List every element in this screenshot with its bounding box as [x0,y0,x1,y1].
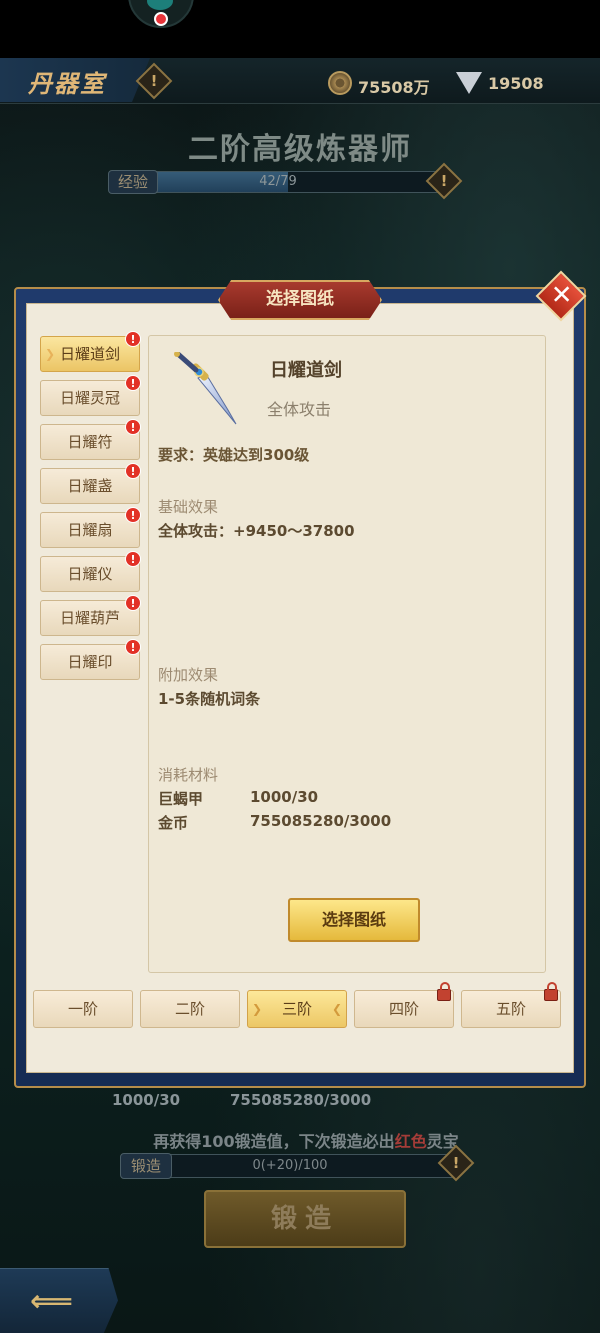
modal-title: 选择图纸 [266,289,334,309]
material-name: 巨蝎甲 [158,790,204,808]
blueprint-tab-list: ❯ 日耀道剑 ! 日耀灵冠 ! 日耀符 ! 日耀盏 ! 日耀扇 ! 日耀仪 ! … [40,331,142,688]
material-value: 1000/30 [250,788,319,806]
material-count: 1000/30 [112,1091,181,1109]
coin-icon [328,71,352,95]
alert-badge-icon: ! [125,595,141,611]
alert-badge-icon: ! [125,419,141,435]
tab-item[interactable]: 日耀印 ! [40,639,141,680]
sword-icon [174,352,237,425]
blueprint-detail-panel [148,335,546,973]
tab-item[interactable]: 日耀盏 ! [40,463,141,504]
gold-cost: 755085280/3000 [230,1091,372,1109]
tier-tab-1[interactable]: 一阶 [33,990,133,1028]
material-value: 755085280/3000 [250,812,392,830]
gem-amount: 19508 [488,74,544,93]
tab-item[interactable]: 日耀灵冠 ! [40,375,141,416]
alert-badge-icon: ! [125,463,141,479]
tier-tab-4[interactable]: 四阶 [354,982,454,1028]
gold-amount: 75508万 [358,78,430,97]
base-effect-text: 全体攻击：+9450～37800 [158,522,355,540]
room-title-plate: 丹器室 [0,58,150,102]
base-effect-label: 基础效果 [158,498,219,516]
forge-progress-text: 0(+20)/100 [252,1158,328,1173]
alert-badge-icon: ! [125,507,141,523]
chevron-left-icon: ❮ [331,1002,342,1016]
exp-text: 42/79 [259,174,297,189]
item-subtitle: 全体攻击 [267,400,332,419]
bird-icon [147,0,173,10]
extra-effect-text: 1-5条随机词条 [158,690,261,708]
tab-item[interactable]: 日耀葫芦 ! [40,595,141,636]
alert-badge-icon: ! [125,551,141,567]
tier-tab-2[interactable]: 二阶 [140,990,240,1028]
alert-badge-icon: ! [125,375,141,391]
chevron-right-icon: ❯ [45,347,56,361]
extra-effect-label: 附加效果 [158,666,219,684]
notification-dot [154,12,168,26]
item-name: 日耀道剑 [270,360,342,381]
close-icon: ✕ [550,280,573,311]
alert-badge-icon: ! [125,639,141,655]
room-title: 丹器室 [28,69,106,98]
lock-icon [544,982,558,1001]
diamond-icon [456,72,482,94]
tier-tab-5[interactable]: 五阶 [461,982,561,1028]
alert-badge-icon: ! [125,331,141,347]
tab-item[interactable]: 日耀仪 ! [40,551,141,592]
top-status-area [0,0,600,58]
material-name: 金币 [158,814,189,832]
materials-label: 消耗材料 [158,766,219,784]
tab-item[interactable]: 日耀符 ! [40,419,141,460]
chevron-right-icon: ❯ [252,1002,263,1016]
select-blueprint-button[interactable]: 选择图纸 [288,898,420,942]
rank-title: 二阶高级炼器师 [188,132,412,167]
back-arrow-icon: ⟸ [30,1284,74,1319]
forge-hint: 再获得100锻造值，下次锻造必出红色灵宝 [153,1132,459,1151]
lock-icon [437,982,451,1001]
item-requirement: 要求：英雄达到300级 [158,446,310,464]
forge-button[interactable]: 锻造 [204,1190,406,1248]
tab-item[interactable]: 日耀扇 ! [40,507,141,548]
tab-item[interactable]: ❯ 日耀道剑 ! [40,331,141,372]
tier-tab-3[interactable]: ❯ 三阶 ❮ [247,990,347,1028]
